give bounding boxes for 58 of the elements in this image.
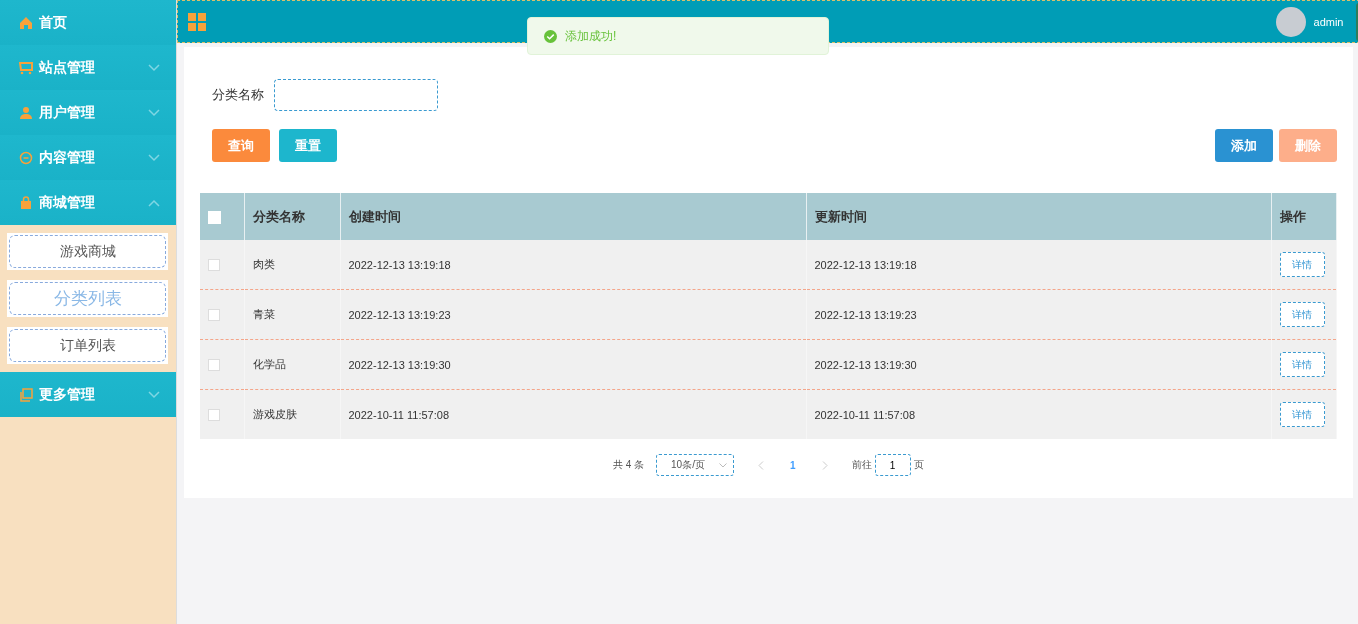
add-button[interactable]: 添加 (1214, 129, 1273, 162)
avatar[interactable] (1275, 6, 1306, 37)
checkbox[interactable] (208, 409, 220, 422)
details-button[interactable]: 详情 (1279, 302, 1325, 327)
search-field[interactable] (274, 79, 438, 111)
home-icon (19, 15, 33, 30)
table-cell: 肉类 (244, 240, 340, 290)
user-icon (19, 105, 33, 120)
table-cell: 2022-12-13 13:19:23 (340, 289, 806, 340)
chevron-down-icon (719, 462, 728, 468)
table-cell: 青菜 (244, 289, 340, 340)
username[interactable]: admin (1313, 15, 1344, 28)
table-cell: 游戏皮肤 (244, 389, 340, 439)
page-size-select[interactable]: 10条/页 (656, 454, 735, 476)
checkbox[interactable] (208, 309, 220, 322)
search-button[interactable]: 查询 (212, 129, 270, 162)
table-cell: 2022-12-13 13:19:23 (806, 289, 1271, 340)
check-circle-icon (544, 29, 557, 43)
column-header: 操作 (1271, 193, 1336, 240)
table-cell: 2022-12-13 13:19:18 (340, 240, 806, 290)
table-cell: 化学品 (244, 339, 340, 390)
details-button[interactable]: 详情 (1279, 252, 1325, 277)
submenu-item[interactable]: 游戏商城 (7, 233, 168, 270)
table-cell: 2022-12-13 13:19:18 (806, 240, 1271, 290)
column-header[interactable]: 创建时间 (340, 193, 806, 240)
submenu-item[interactable]: 订单列表 (7, 327, 168, 364)
page-number[interactable]: 1 (790, 459, 796, 471)
grid-menu-icon[interactable] (188, 12, 206, 31)
copy-icon (19, 387, 33, 402)
table-cell: 2022-10-11 11:57:08 (340, 389, 806, 439)
details-button[interactable]: 详情 (1279, 352, 1325, 377)
sidebar-item[interactable]: 站点管理 (0, 45, 176, 90)
details-button[interactable]: 详情 (1279, 402, 1325, 427)
total-count: 共 4 条 (612, 458, 645, 472)
table-cell: 2022-10-11 11:57:08 (806, 389, 1271, 439)
bag-icon (19, 195, 33, 210)
sidebar-item[interactable]: 内容管理 (0, 135, 176, 180)
table-cell: 2022-12-13 13:19:30 (806, 339, 1271, 390)
goto-label: 前往 (851, 458, 872, 472)
cart-icon (19, 60, 33, 75)
page-suffix: 页 (913, 458, 924, 472)
sidebar-item[interactable]: 商城管理 (0, 180, 176, 225)
reset-button[interactable]: 重置 (279, 129, 337, 162)
column-header[interactable]: 更新时间 (806, 193, 1271, 240)
sidebar-item[interactable]: 首页 (0, 0, 176, 45)
checkbox[interactable] (208, 359, 220, 372)
submenu-item[interactable]: 分类列表 (7, 280, 168, 317)
column-header: 分类名称 (244, 193, 340, 240)
sidebar-item[interactable]: 更多管理 (0, 372, 176, 417)
next-page-icon[interactable] (821, 460, 828, 470)
toast-message: 添加成功! (565, 27, 617, 45)
sidebar-item[interactable]: 用户管理 (0, 90, 176, 135)
page-input[interactable]: 1 (874, 454, 911, 476)
table-cell: 2022-12-13 13:19:30 (340, 339, 806, 390)
chat-icon (19, 150, 33, 165)
prev-page-icon[interactable] (758, 460, 765, 470)
checkbox[interactable] (208, 259, 220, 272)
field-label: 分类名称 (212, 86, 264, 104)
